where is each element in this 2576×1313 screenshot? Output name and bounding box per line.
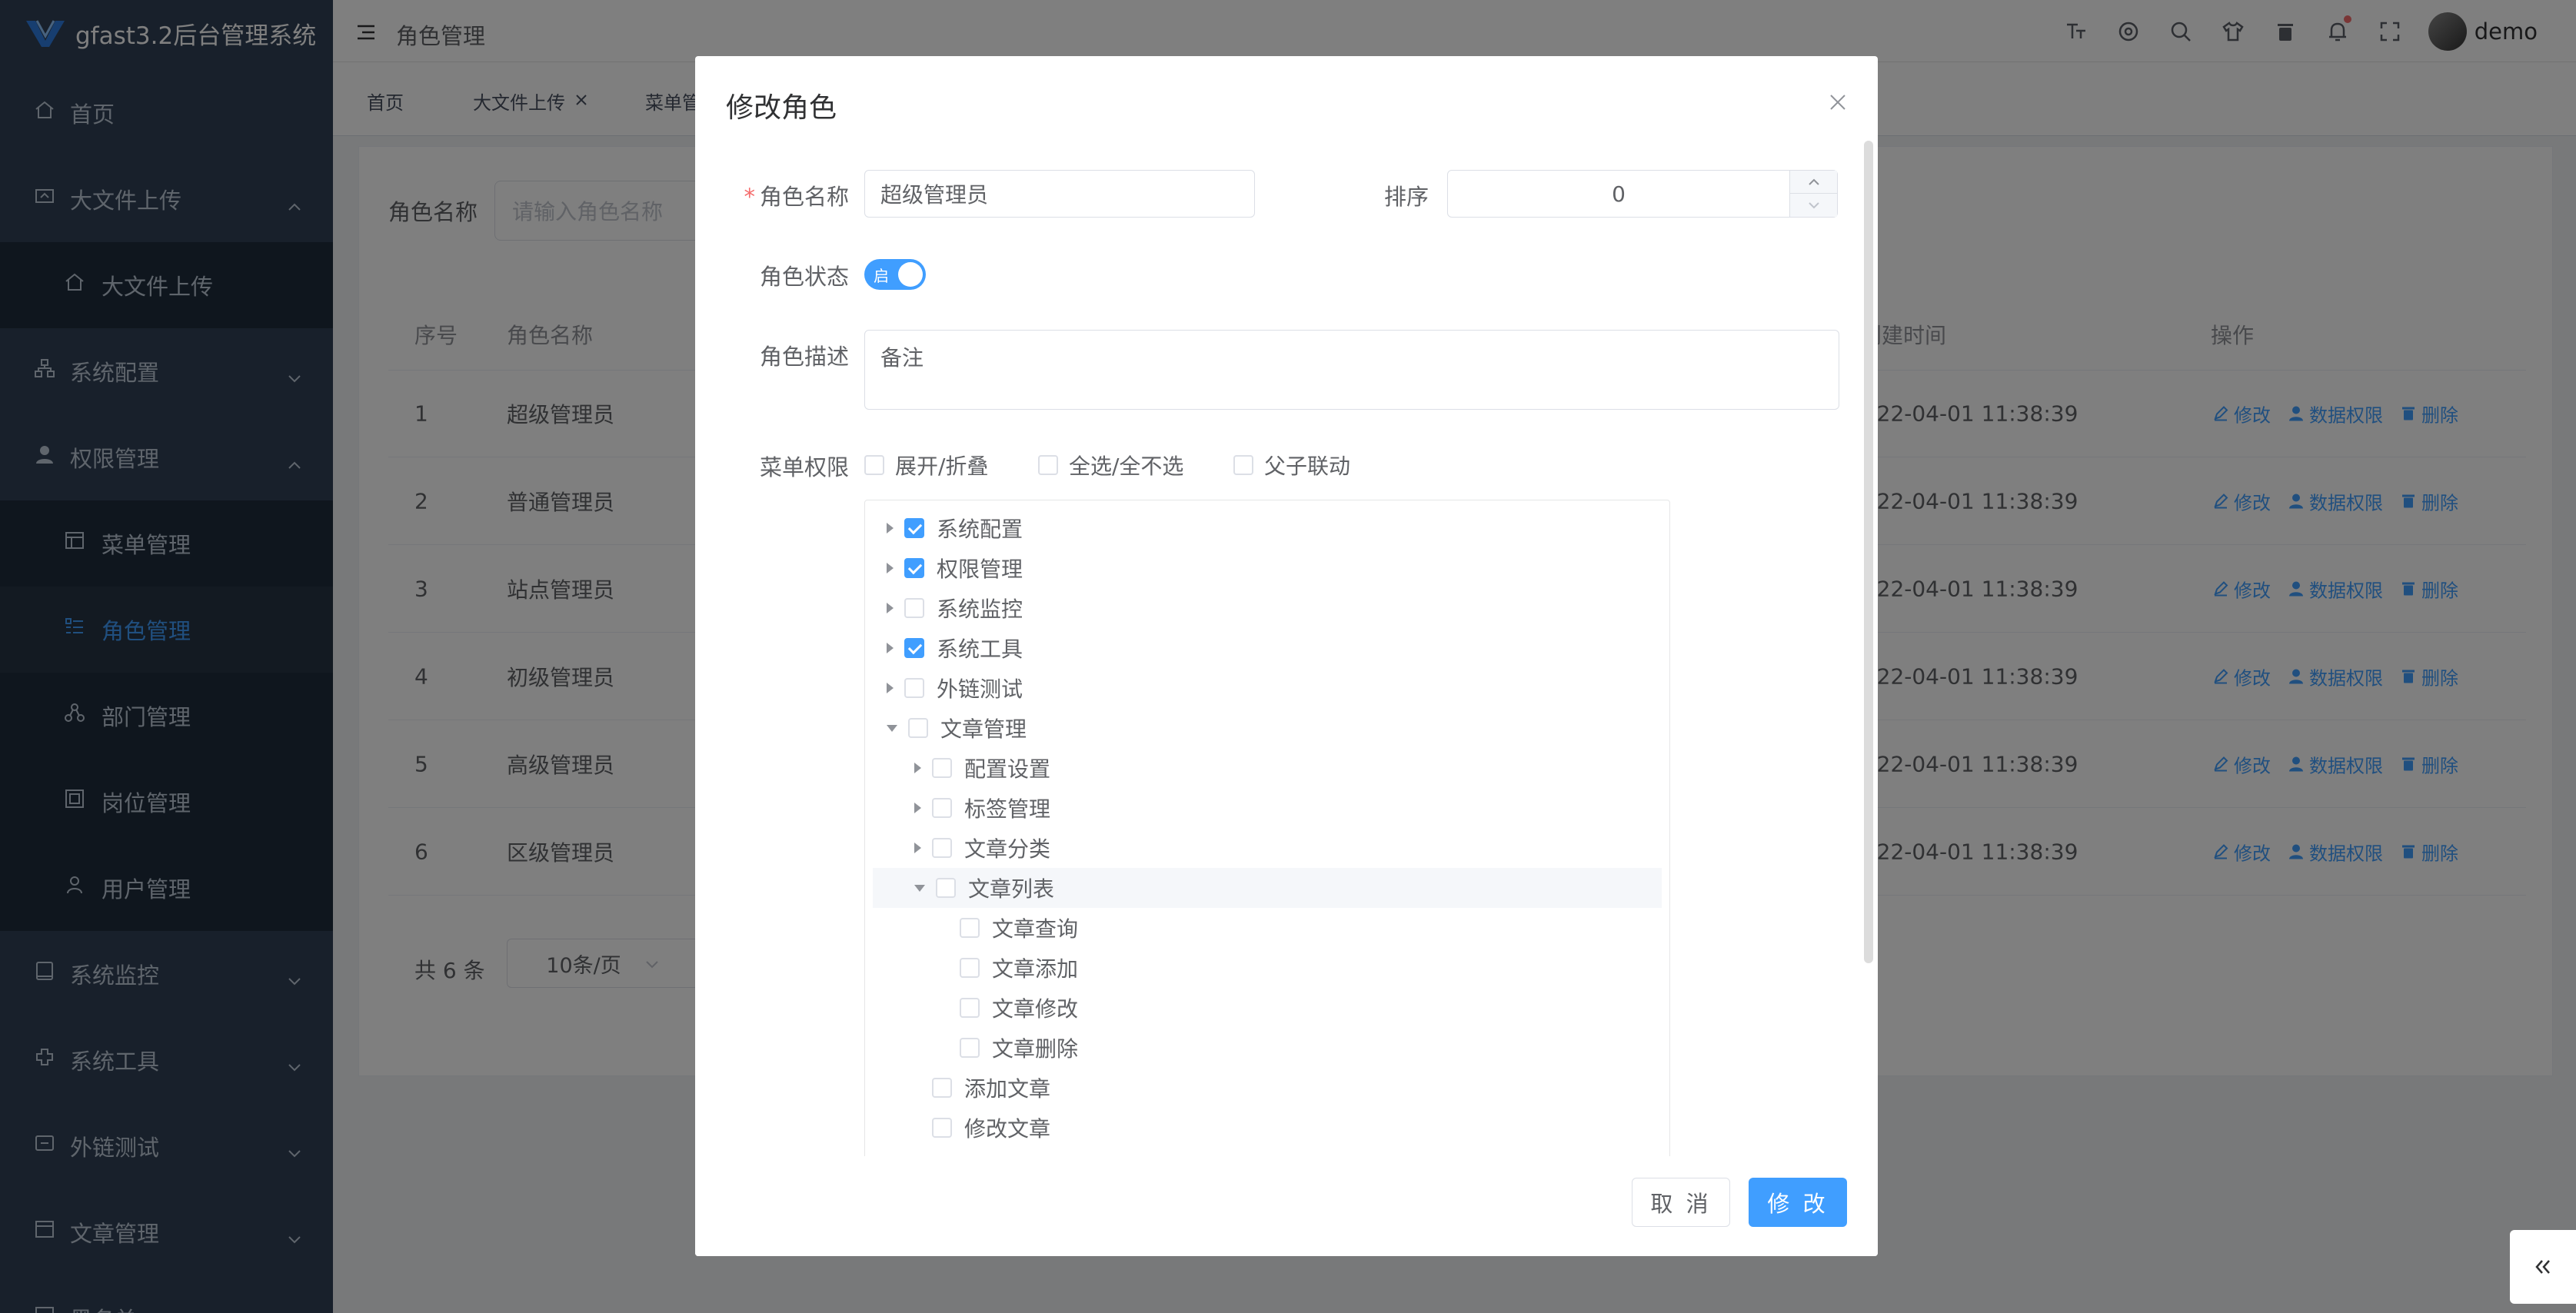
chevron-down-icon bbox=[1808, 202, 1819, 209]
tree-node[interactable]: 添加文章 bbox=[873, 1068, 1662, 1108]
tree-node[interactable]: 文章查询 bbox=[873, 908, 1662, 948]
tree-node[interactable]: 配置设置 bbox=[873, 748, 1662, 788]
caret-right-icon[interactable] bbox=[914, 763, 921, 773]
tree-node-checkbox[interactable] bbox=[932, 758, 952, 778]
tree-node[interactable]: 文章分类 bbox=[873, 828, 1662, 868]
collapse-panel-button[interactable] bbox=[2510, 1230, 2576, 1304]
tree-node[interactable]: 权限管理 bbox=[873, 548, 1662, 588]
dialog-title: 修改角色 bbox=[726, 92, 837, 124]
caret-right-icon[interactable] bbox=[914, 803, 921, 813]
tree-node-checkbox[interactable] bbox=[960, 998, 980, 1018]
tree-node-label: 文章修改 bbox=[992, 996, 1079, 1022]
tree-node-checkbox[interactable] bbox=[932, 838, 952, 858]
close-icon[interactable] bbox=[1829, 91, 1847, 117]
tree-node-label: 文章管理 bbox=[940, 716, 1027, 742]
menu-permission-label: 菜单权限 bbox=[759, 454, 849, 480]
tree-node[interactable]: 系统监控 bbox=[873, 588, 1662, 628]
tree-node[interactable]: 修改文章 bbox=[873, 1108, 1662, 1148]
tree-node-checkbox[interactable] bbox=[936, 878, 956, 898]
tree-node-checkbox[interactable] bbox=[932, 798, 952, 818]
caret-right-icon[interactable] bbox=[887, 523, 894, 534]
checkbox-label: 父子联动 bbox=[1264, 454, 1351, 479]
role-name-value: 超级管理员 bbox=[880, 182, 989, 208]
caret-down-icon[interactable] bbox=[887, 724, 897, 732]
tree-node-checkbox[interactable] bbox=[904, 518, 924, 538]
tree-node-label: 文章删除 bbox=[992, 1036, 1079, 1062]
tree-node[interactable]: 外链测试 bbox=[873, 668, 1662, 708]
checkbox-box bbox=[1038, 455, 1058, 475]
tree-node-label: 系统工具 bbox=[937, 637, 1023, 662]
tree-node[interactable]: 系统工具 bbox=[873, 628, 1662, 668]
description-textarea[interactable]: 备注 bbox=[864, 330, 1839, 410]
sort-value: 0 bbox=[1612, 181, 1626, 207]
caret-right-icon[interactable] bbox=[887, 603, 894, 613]
tree-node-checkbox[interactable] bbox=[932, 1078, 952, 1098]
tree-node-checkbox[interactable] bbox=[908, 718, 928, 738]
tree-node-label: 文章查询 bbox=[992, 916, 1079, 942]
role-name-input[interactable]: 超级管理员 bbox=[864, 170, 1255, 218]
tree-node-label: 权限管理 bbox=[937, 557, 1023, 582]
caret-right-icon[interactable] bbox=[887, 683, 894, 693]
increase-button[interactable] bbox=[1790, 171, 1837, 194]
double-chevron-left-icon bbox=[2535, 1260, 2550, 1274]
tree-node[interactable]: 标签管理 bbox=[873, 788, 1662, 828]
tree-node[interactable]: 文章添加 bbox=[873, 948, 1662, 988]
tree-node-label: 系统监控 bbox=[937, 597, 1023, 622]
cancel-button[interactable]: 取 消 bbox=[1632, 1178, 1730, 1227]
tree-node-label: 文章列表 bbox=[968, 876, 1055, 902]
switch-knob bbox=[898, 262, 923, 287]
checkbox-box bbox=[864, 455, 884, 475]
switch-on-text: 启 bbox=[874, 267, 889, 285]
tree-node[interactable]: 文章删除 bbox=[873, 1028, 1662, 1068]
caret-right-icon[interactable] bbox=[914, 843, 921, 853]
tree-node-checkbox[interactable] bbox=[960, 918, 980, 938]
tree-node-label: 文章分类 bbox=[964, 836, 1051, 862]
caret-right-icon[interactable] bbox=[887, 563, 894, 573]
tree-node-checkbox[interactable] bbox=[904, 638, 924, 658]
tree-node-checkbox[interactable] bbox=[932, 1118, 952, 1138]
tree-node-label: 外链测试 bbox=[937, 676, 1023, 702]
tree-node[interactable]: 系统配置 bbox=[873, 508, 1662, 548]
sort-input[interactable]: 0 bbox=[1447, 170, 1838, 218]
tree-node[interactable]: 文章管理 bbox=[873, 708, 1662, 748]
sort-stepper bbox=[1789, 171, 1837, 217]
checkbox-label: 展开/折叠 bbox=[895, 454, 989, 479]
select-all-checkbox[interactable]: 全选/全不选 bbox=[1038, 450, 1183, 480]
status-switch[interactable]: 启 bbox=[864, 259, 926, 290]
tree-node-label: 修改文章 bbox=[964, 1116, 1051, 1142]
tree-node-checkbox[interactable] bbox=[960, 958, 980, 978]
tree-node-checkbox[interactable] bbox=[904, 558, 924, 578]
expand-collapse-checkbox[interactable]: 展开/折叠 bbox=[864, 450, 988, 480]
tree-node-checkbox[interactable] bbox=[904, 678, 924, 698]
tree-node-checkbox[interactable] bbox=[904, 598, 924, 618]
tree-node-label: 标签管理 bbox=[964, 796, 1051, 822]
description-placeholder: 备注 bbox=[880, 345, 924, 371]
decrease-button[interactable] bbox=[1790, 194, 1837, 217]
tree-node[interactable]: 文章列表 bbox=[873, 868, 1662, 908]
status-label: 角色状态 bbox=[759, 264, 849, 290]
checkbox-box bbox=[1233, 455, 1253, 475]
parent-child-linkage-checkbox[interactable]: 父子联动 bbox=[1233, 450, 1350, 480]
dialog-scrollbar[interactable] bbox=[1864, 141, 1873, 963]
required-mark: * bbox=[744, 184, 755, 210]
caret-right-icon[interactable] bbox=[887, 643, 894, 653]
menu-tree: 系统配置权限管理系统监控系统工具外链测试文章管理配置设置标签管理文章分类文章列表… bbox=[864, 500, 1670, 1256]
caret-down-icon[interactable] bbox=[914, 884, 925, 892]
chevron-up-icon bbox=[1808, 178, 1819, 185]
tree-node-label: 系统配置 bbox=[937, 517, 1023, 542]
tree-node-label: 文章添加 bbox=[992, 956, 1079, 982]
tree-node[interactable]: 文章修改 bbox=[873, 988, 1662, 1028]
checkbox-label: 全选/全不选 bbox=[1069, 454, 1184, 479]
tree-node-label: 添加文章 bbox=[964, 1076, 1051, 1102]
edit-role-dialog: 修改角色 * 角色名称 超级管理员 排序 0 角色状态 启 角色描述 备注 菜单权… bbox=[695, 56, 1878, 1256]
tree-node-label: 配置设置 bbox=[964, 756, 1051, 782]
confirm-edit-button[interactable]: 修 改 bbox=[1749, 1178, 1847, 1227]
tree-node-checkbox[interactable] bbox=[960, 1038, 980, 1058]
sort-label: 排序 bbox=[1384, 184, 1429, 210]
description-label: 角色描述 bbox=[759, 344, 849, 370]
role-name-label: * 角色名称 bbox=[744, 184, 849, 210]
